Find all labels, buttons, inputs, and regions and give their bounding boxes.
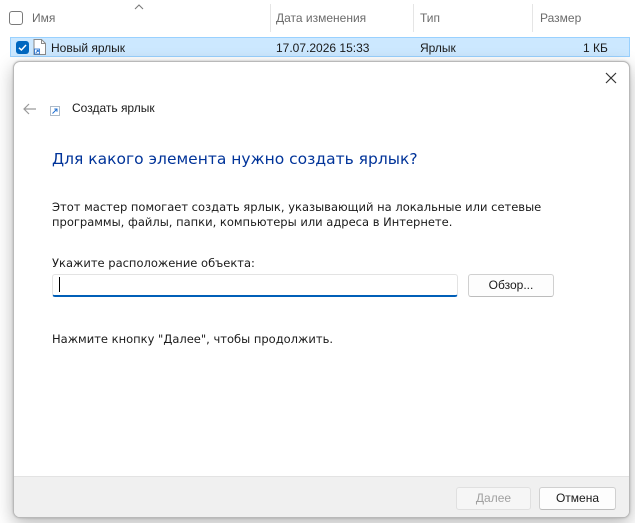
close-icon bbox=[605, 72, 617, 84]
column-divider[interactable] bbox=[270, 4, 271, 32]
select-all-checkbox[interactable] bbox=[9, 11, 23, 25]
dialog-footer: Далее Отмена bbox=[14, 476, 629, 517]
checkmark-icon bbox=[18, 44, 27, 52]
location-label: Укажите расположение объекта: bbox=[52, 256, 255, 270]
wizard-description: Этот мастер помогает создать ярлык, указ… bbox=[52, 200, 542, 229]
next-button[interactable]: Далее bbox=[456, 487, 531, 510]
create-shortcut-dialog: Создать ярлык Для какого элемента нужно … bbox=[13, 61, 630, 518]
shortcut-icon bbox=[50, 105, 60, 116]
file-row-selected[interactable]: Новый ярлык 17.07.2026 15:33 Ярлык 1 КБ bbox=[10, 37, 630, 57]
column-header-modified[interactable]: Дата изменения bbox=[276, 11, 366, 25]
browse-button[interactable]: Обзор... bbox=[468, 274, 554, 297]
location-input[interactable] bbox=[52, 274, 458, 297]
file-modified: 17.07.2026 15:33 bbox=[276, 41, 370, 55]
column-header-row: Имя Дата изменения Тип Размер bbox=[0, 0, 635, 36]
text-cursor bbox=[59, 277, 60, 292]
sort-ascending-icon bbox=[134, 0, 144, 14]
cancel-button[interactable]: Отмена bbox=[539, 487, 616, 510]
back-button[interactable] bbox=[22, 101, 38, 117]
file-size: 1 КБ bbox=[583, 41, 608, 55]
dialog-title: Создать ярлык bbox=[72, 101, 155, 115]
file-row-checkbox[interactable] bbox=[16, 41, 29, 54]
continue-hint: Нажмите кнопку "Далее", чтобы продолжить… bbox=[52, 332, 333, 346]
column-divider[interactable] bbox=[532, 4, 533, 32]
file-name[interactable]: Новый ярлык bbox=[51, 41, 125, 55]
wizard-heading: Для какого элемента нужно создать ярлык? bbox=[52, 150, 418, 168]
arrow-left-icon bbox=[23, 103, 36, 115]
column-header-size[interactable]: Размер bbox=[540, 11, 581, 25]
shortcut-file-icon bbox=[33, 39, 46, 58]
column-header-name[interactable]: Имя bbox=[32, 11, 55, 25]
column-divider[interactable] bbox=[413, 4, 414, 32]
file-type: Ярлык bbox=[420, 41, 456, 55]
column-header-type[interactable]: Тип bbox=[420, 11, 440, 25]
close-button[interactable] bbox=[603, 70, 619, 86]
